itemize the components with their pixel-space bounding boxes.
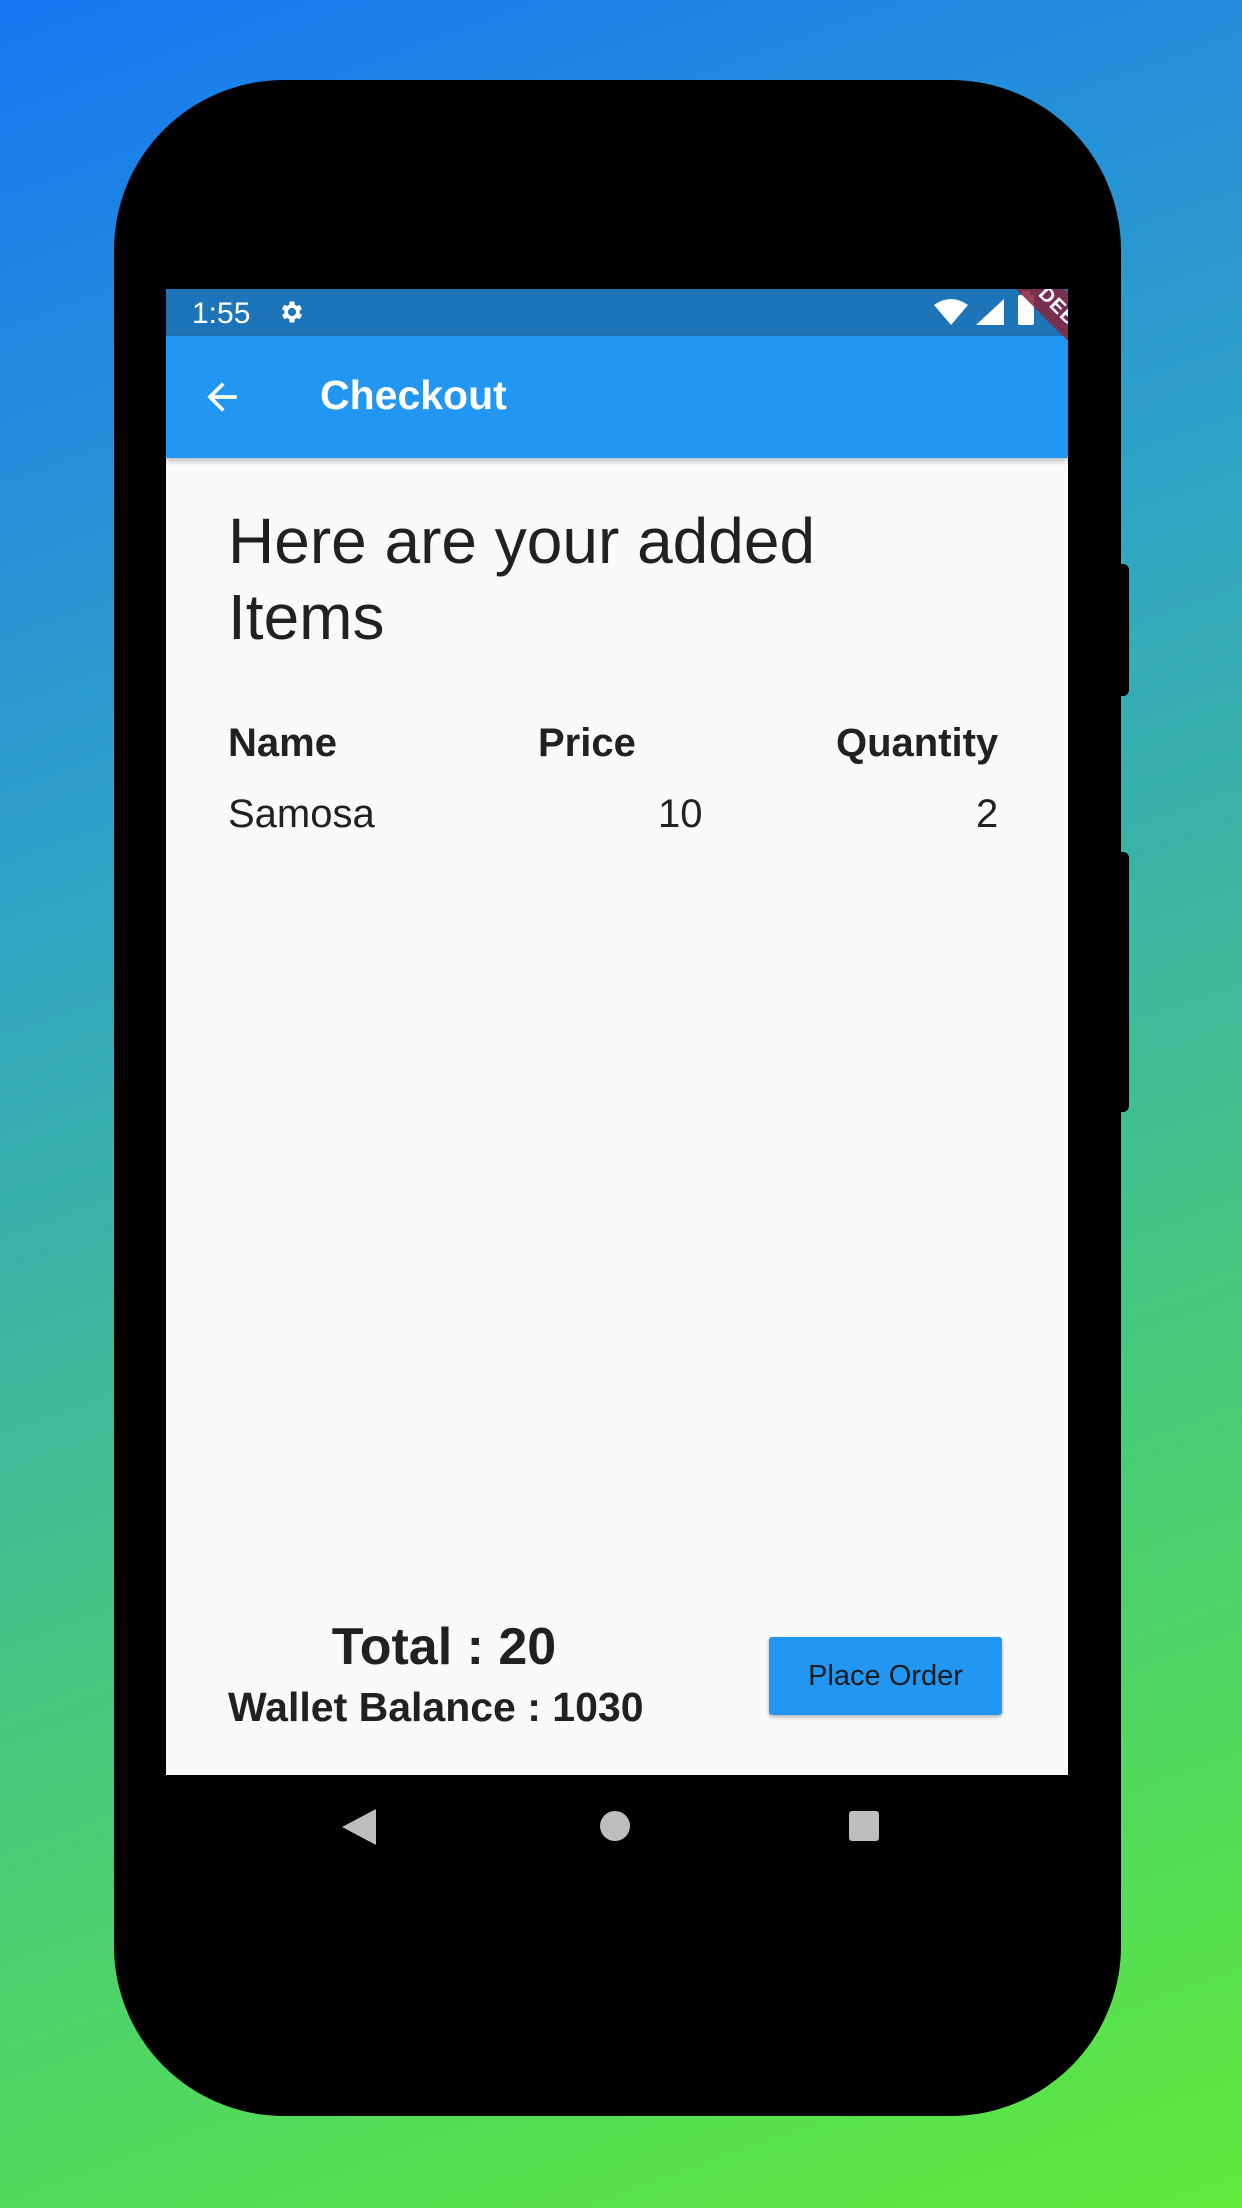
table-header-name: Name bbox=[228, 721, 337, 765]
nav-recents-icon[interactable] bbox=[849, 1811, 879, 1841]
system-nav-bar bbox=[166, 1775, 1068, 1879]
page-title: Checkout bbox=[320, 372, 507, 418]
table-header-price: Price bbox=[538, 721, 636, 765]
nav-back-icon[interactable] bbox=[342, 1809, 376, 1845]
table-cell-price: 10 bbox=[658, 792, 703, 836]
place-order-button[interactable]: Place Order bbox=[769, 1637, 1002, 1715]
nav-home-icon[interactable] bbox=[600, 1811, 630, 1841]
table-cell-name: Samosa bbox=[228, 792, 375, 836]
status-bar: 1:55 bbox=[166, 289, 1068, 336]
volume-button bbox=[1119, 564, 1129, 696]
items-heading: Here are your added Items bbox=[228, 505, 816, 653]
app-bar: Checkout bbox=[166, 336, 1068, 458]
back-arrow-icon[interactable] bbox=[200, 375, 244, 419]
table-cell-quantity: 2 bbox=[976, 792, 999, 836]
app-screen: 1:55 Checkout DEBUG Here are your added … bbox=[166, 289, 1068, 1775]
wallet-balance-label: Wallet Balance : 1030 bbox=[228, 1684, 644, 1730]
power-button bbox=[1119, 852, 1129, 1112]
wifi-icon bbox=[934, 299, 968, 325]
total-label: Total : 20 bbox=[331, 1618, 557, 1676]
status-time: 1:55 bbox=[192, 297, 251, 330]
settings-icon bbox=[281, 301, 303, 323]
table-header-quantity: Quantity bbox=[836, 721, 999, 765]
signal-icon bbox=[976, 299, 1004, 325]
